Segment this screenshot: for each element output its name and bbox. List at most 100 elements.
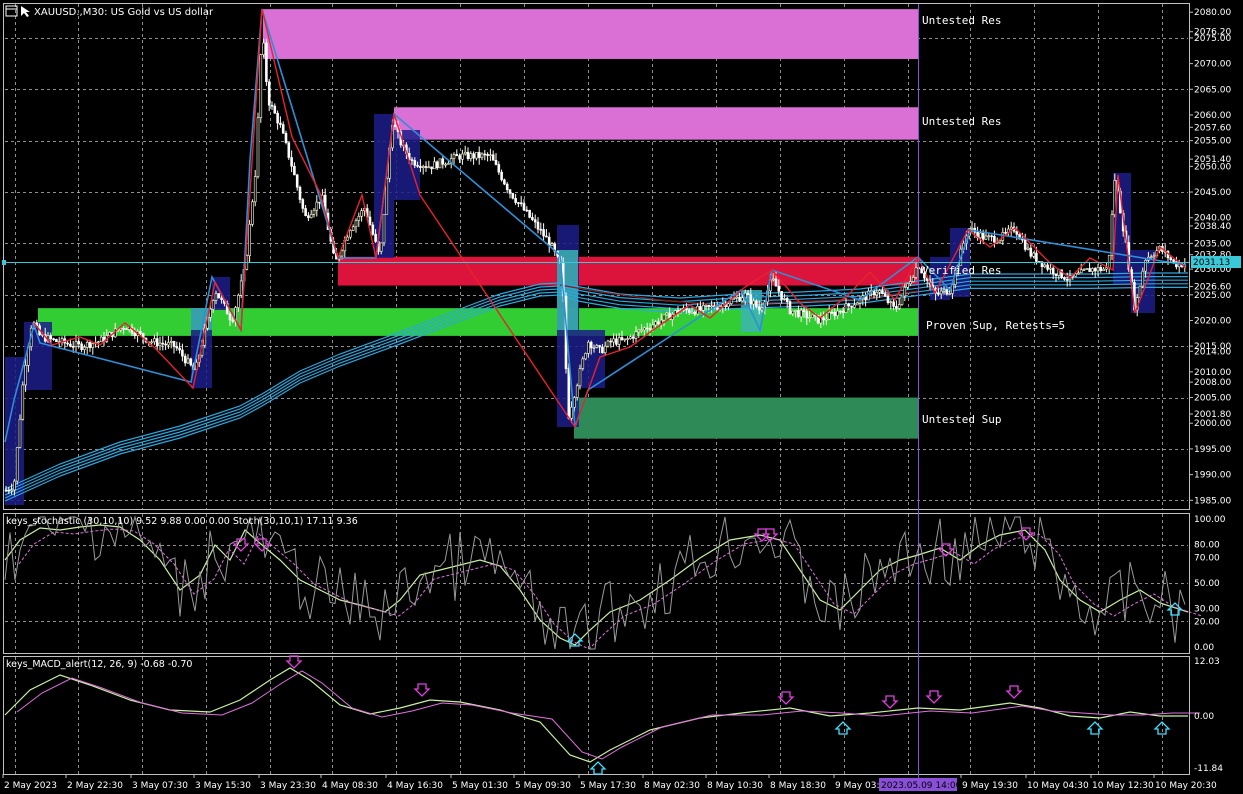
candle-body: [295, 174, 299, 188]
price-label: 2050.00: [1194, 162, 1231, 172]
candle-body: [1077, 272, 1080, 275]
time-label: 3 May 23:30: [260, 781, 316, 791]
candle-body: [710, 305, 713, 308]
candle-body: [945, 289, 949, 295]
candle-body: [155, 338, 159, 346]
candle-body: [181, 349, 184, 357]
candle-body: [71, 346, 75, 348]
candle-body: [783, 298, 786, 300]
candle-body: [463, 151, 467, 155]
candle-body: [533, 219, 537, 223]
zone-rect: [338, 256, 918, 286]
candle-body: [1043, 264, 1047, 268]
candle-body: [253, 176, 257, 203]
candle-body: [567, 368, 571, 419]
candle-body: [1169, 257, 1173, 261]
candle-body: [486, 154, 489, 156]
candle-body: [514, 197, 517, 203]
highlight-box: [394, 130, 420, 200]
candle-body: [886, 295, 890, 303]
candle-body: [469, 153, 473, 160]
candle-body: [892, 301, 895, 307]
candle-body: [853, 304, 856, 308]
time-label: 5 May 17:30: [580, 781, 636, 791]
candle-body: [256, 117, 260, 177]
price-label: 2038.40: [1194, 222, 1231, 232]
time-label: 3 May 15:30: [195, 781, 251, 791]
candle-body: [715, 307, 719, 310]
candle-body: [808, 317, 811, 319]
candle-body: [1082, 269, 1086, 271]
candle-body: [640, 329, 643, 332]
candle-body: [701, 305, 705, 311]
candle-body: [466, 151, 470, 160]
candle-body: [4, 489, 8, 492]
candle-body: [760, 307, 764, 311]
candle-body: [416, 165, 419, 167]
candle-body: [595, 345, 599, 348]
candle-body: [139, 331, 142, 334]
candle-body: [360, 210, 363, 217]
candle-body: [1079, 269, 1083, 274]
candle-body: [309, 214, 313, 219]
candle-body: [368, 216, 372, 226]
candle-body: [780, 291, 783, 300]
candle-body: [749, 294, 753, 305]
candle-body: [791, 310, 795, 315]
candle-body: [841, 310, 845, 313]
candle-body: [231, 319, 235, 322]
candle-body: [911, 277, 915, 282]
candle-body: [455, 154, 459, 157]
trading-chart[interactable]: Untested Res Untested Res Verified Res P…: [0, 0, 1243, 794]
candle-body: [727, 303, 730, 308]
candle-body: [855, 302, 859, 306]
candle-body: [993, 235, 996, 243]
candle-body: [161, 342, 165, 345]
candle-body: [539, 228, 543, 231]
candle-body: [304, 208, 307, 216]
candle-body: [55, 338, 58, 343]
candle-body: [1102, 268, 1105, 271]
candle-body: [503, 179, 506, 185]
candle-body: [158, 342, 162, 346]
candle-body: [13, 480, 16, 491]
time-label: 4 May 08:30: [322, 781, 378, 791]
candle-body: [794, 310, 797, 312]
candle-body: [262, 42, 265, 55]
candle-body: [657, 321, 660, 325]
price-label: 2025.00: [1194, 291, 1231, 301]
candle-body: [981, 232, 985, 240]
candle-body: [441, 158, 445, 165]
candle-body: [301, 199, 305, 209]
time-label: 8 May 02:30: [644, 781, 700, 791]
price-label: 2060.00: [1194, 111, 1231, 121]
candle-body: [900, 295, 904, 305]
price-label: 2045.00: [1194, 188, 1231, 198]
candle-body: [424, 166, 428, 168]
candle-body: [497, 164, 501, 173]
candle-body: [1096, 267, 1100, 272]
candle-body: [704, 304, 708, 307]
price-label: 2005.00: [1194, 394, 1231, 404]
candle-body: [351, 226, 355, 231]
stochastic-scale-label: 80.00: [1194, 541, 1220, 551]
current-price-tag: 2031.13: [1191, 256, 1241, 268]
candle-body: [785, 298, 789, 302]
price-label: 2010.00: [1194, 368, 1231, 378]
candle-body: [293, 165, 296, 176]
candle-body: [508, 189, 512, 194]
candle-body: [827, 312, 831, 320]
candle-body: [550, 243, 554, 247]
candle-body: [477, 152, 481, 158]
candle-body: [825, 318, 828, 321]
candle-body: [251, 201, 254, 225]
candle-body: [265, 42, 268, 83]
candle-body: [237, 294, 240, 308]
candle-body: [1105, 267, 1108, 270]
candle-body: [536, 221, 540, 230]
candle-body: [620, 337, 624, 340]
time-label: 2 May 22:30: [67, 781, 123, 791]
stochastic-scale-label: 30.00: [1194, 605, 1220, 615]
zone-rect: [263, 9, 918, 59]
chart-header[interactable]: XAUUSD.,M30: US Gold vs US dollar: [5, 5, 214, 18]
